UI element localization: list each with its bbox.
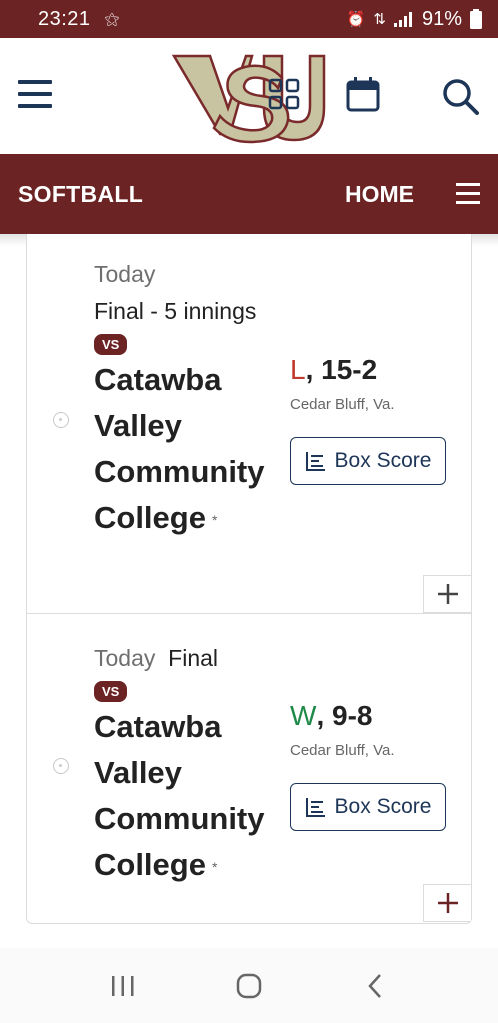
- game-row: Today Final - 5 innings VS Catawba Valle…: [27, 234, 471, 614]
- game-row: Today Final VS Catawba Valley Community …: [27, 614, 471, 922]
- status-time: 23:21: [38, 7, 91, 30]
- box-score-label[interactable]: Box Score: [335, 795, 432, 819]
- result-letter: W: [290, 700, 317, 731]
- notification-icon: ⚝: [104, 10, 120, 28]
- home-link[interactable]: HOME: [345, 181, 414, 208]
- home-circle-icon[interactable]: [229, 966, 269, 1006]
- data-transfer-icon: ⇅: [373, 11, 386, 28]
- calendar-icon[interactable]: [346, 76, 380, 112]
- alarm-icon: ⏰: [346, 11, 366, 28]
- vsu-logo[interactable]: [170, 48, 328, 144]
- hamburger-icon[interactable]: [18, 80, 52, 108]
- schedule-list: Today Final - 5 innings VS Catawba Valle…: [26, 234, 472, 924]
- system-nav-bar: [0, 948, 498, 1023]
- recents-icon[interactable]: [103, 966, 143, 1006]
- game-location: Cedar Bluff, Va.: [290, 396, 395, 413]
- back-chevron-icon[interactable]: [355, 966, 395, 1006]
- box-score-label[interactable]: Box Score: [335, 449, 432, 473]
- sport-title[interactable]: SOFTBALL: [18, 181, 345, 208]
- box-score-button[interactable]: Box Score: [290, 437, 446, 485]
- opponent-name-text[interactable]: Catawba Valley Community College: [94, 709, 265, 882]
- app-header: [0, 38, 498, 154]
- game-radio-indicator[interactable]: [53, 412, 69, 428]
- search-icon[interactable]: [440, 76, 480, 116]
- opponent-name-text[interactable]: Catawba Valley Community College: [94, 362, 265, 535]
- game-result: L, 15-2 Cedar Bluff, Va. Box Score: [290, 354, 460, 485]
- conference-asterisk: *: [211, 858, 218, 875]
- game-info: Today Final - 5 innings VS Catawba Valle…: [94, 256, 284, 543]
- status-bar: 23:21 ⚝ ⏰ ⇅ 91%: [0, 0, 498, 38]
- result-letter: L: [290, 354, 306, 385]
- game-date: Today: [94, 645, 156, 671]
- plus-icon: [437, 893, 458, 913]
- battery-icon: [470, 9, 482, 29]
- game-date: Today: [94, 261, 156, 287]
- game-info: Today Final VS Catawba Valley Community …: [94, 640, 284, 890]
- game-date-status: Today Final: [94, 640, 284, 677]
- opponent-name[interactable]: Catawba Valley Community College *: [94, 357, 284, 543]
- chart-icon: [305, 452, 325, 471]
- conference-asterisk: *: [211, 511, 218, 528]
- game-status: Final: [168, 645, 219, 671]
- vs-badge: VS: [94, 334, 128, 355]
- expand-button[interactable]: [423, 884, 471, 922]
- apps-grid-icon[interactable]: [268, 78, 300, 110]
- game-result: W, 9-8 Cedar Bluff, Va. Box Score: [290, 700, 460, 831]
- sport-nav-bar: SOFTBALL HOME: [0, 154, 498, 234]
- menu-icon[interactable]: [456, 183, 480, 205]
- game-status: Final - 5 innings: [94, 298, 257, 324]
- result-score: W, 9-8: [290, 700, 460, 732]
- game-radio-indicator[interactable]: [53, 758, 69, 774]
- opponent-name[interactable]: Catawba Valley Community College *: [94, 704, 284, 890]
- battery-percent: 91%: [421, 7, 462, 30]
- game-location: Cedar Bluff, Va.: [290, 742, 395, 759]
- vs-badge: VS: [94, 681, 128, 702]
- result-score: L, 15-2: [290, 354, 460, 386]
- signal-icon: [393, 12, 412, 27]
- plus-icon: [437, 584, 458, 604]
- score-text: , 9-8: [316, 700, 373, 731]
- chart-icon: [305, 798, 325, 817]
- score-text: , 15-2: [305, 354, 378, 385]
- box-score-button[interactable]: Box Score: [290, 783, 446, 831]
- expand-button[interactable]: [423, 575, 471, 613]
